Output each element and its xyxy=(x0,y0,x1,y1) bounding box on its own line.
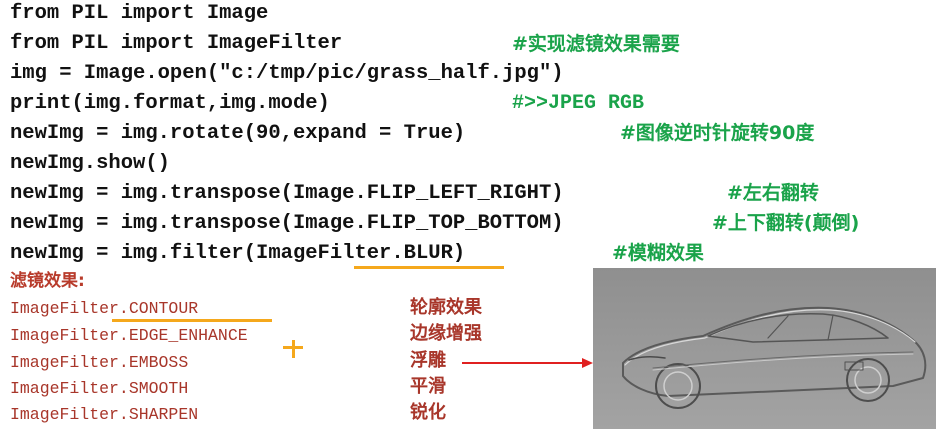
comment-flip-lr: #左右翻转 xyxy=(727,182,819,204)
highlight-underline-contour xyxy=(112,319,272,322)
code-line-5: newImg = img.rotate(90,expand = True) xyxy=(10,122,466,145)
effect-label-emboss: 浮雕 xyxy=(410,350,446,371)
arrow-to-image xyxy=(462,358,593,368)
highlight-cursor-mark-v xyxy=(292,340,295,358)
section-title: 滤镜效果: xyxy=(10,271,85,291)
code-line-7: newImg = img.transpose(Image.FLIP_LEFT_R… xyxy=(10,182,564,205)
code-line-1: from PIL import Image xyxy=(10,2,269,25)
effect-label-edge-enhance: 边缘增强 xyxy=(410,323,482,344)
car-emboss-drawing xyxy=(593,268,936,429)
effect-label-smooth: 平滑 xyxy=(410,376,446,397)
comment-blur: #模糊效果 xyxy=(612,242,704,264)
code-line-9: newImg = img.filter(ImageFilter.BLUR) xyxy=(10,242,466,265)
filter-name-sharpen: ImageFilter.SHARPEN xyxy=(10,405,199,424)
code-line-6: newImg.show() xyxy=(10,152,170,175)
embossed-car-image xyxy=(593,268,936,429)
filter-name-smooth: ImageFilter.SMOOTH xyxy=(10,379,189,398)
highlight-underline-imagefilter xyxy=(354,266,504,269)
comment-import-filter: #实现滤镜效果需要 xyxy=(512,33,680,55)
code-line-3: img = Image.open("c:/tmp/pic/grass_half.… xyxy=(10,62,564,85)
comment-rotate: #图像逆时针旋转90度 xyxy=(620,122,815,144)
filter-name-edge-enhance: ImageFilter.EDGE_ENHANCE xyxy=(10,326,248,345)
effect-label-contour: 轮廓效果 xyxy=(410,297,482,318)
comment-flip-tb: #上下翻转(颠倒) xyxy=(712,212,860,234)
comment-print-output: #>>JPEG RGB xyxy=(512,92,645,115)
filter-name-emboss: ImageFilter.EMBOSS xyxy=(10,353,189,372)
code-line-2: from PIL import ImageFilter xyxy=(10,32,343,55)
effect-label-sharpen: 锐化 xyxy=(410,402,446,423)
filter-name-contour: ImageFilter.CONTOUR xyxy=(10,299,199,318)
code-line-8: newImg = img.transpose(Image.FLIP_TOP_BO… xyxy=(10,212,564,235)
code-line-4: print(img.format,img.mode) xyxy=(10,92,330,115)
